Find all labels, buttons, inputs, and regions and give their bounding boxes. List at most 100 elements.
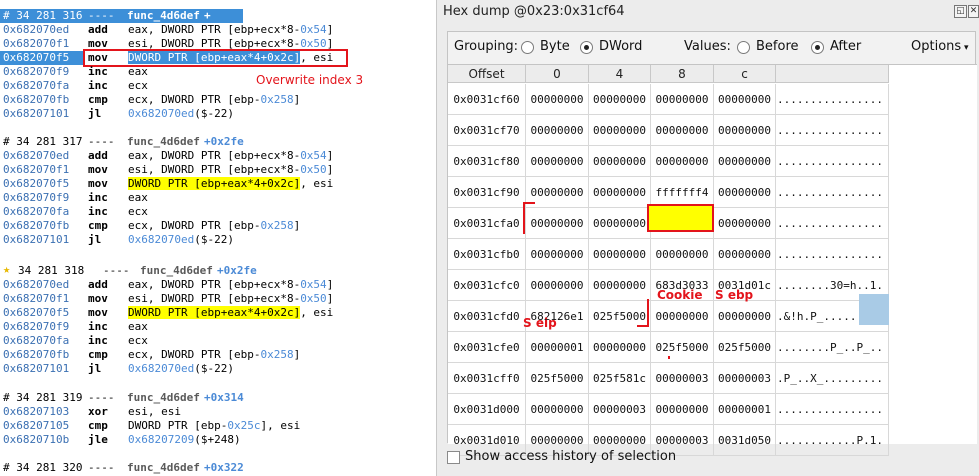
access-history-checkbox[interactable] bbox=[447, 451, 460, 464]
hex-row[interactable]: 0x0031cf60 00000000 00000000 00000000 000000… bbox=[448, 84, 889, 115]
dword-cell-4[interactable]: 00000000 bbox=[589, 208, 651, 239]
dword-cell-8[interactable]: 025f5000 bbox=[651, 332, 714, 363]
ascii-cell[interactable]: ................ bbox=[776, 177, 889, 208]
asm-line[interactable]: 0x682070fa inc ecx bbox=[0, 79, 436, 93]
asm-line[interactable]: 0x682070ed add eax, DWORD PTR [ebp+ecx*8… bbox=[0, 23, 436, 37]
address[interactable]: 0x682070ed bbox=[3, 149, 69, 163]
block-header[interactable]: # 34 281 320 ---- func_4d6def +0x322 bbox=[0, 461, 436, 475]
dword-cell-8[interactable]: 00000000 bbox=[651, 84, 714, 115]
dword-cell-4[interactable]: 00000000 bbox=[589, 115, 651, 146]
address[interactable]: 0x682070f1 bbox=[3, 163, 69, 177]
values-after-label[interactable]: After bbox=[830, 39, 861, 54]
asm-line[interactable]: 0x682070fa inc ecx bbox=[0, 205, 436, 219]
dword-cell-0[interactable]: 00000000 bbox=[526, 84, 589, 115]
address[interactable]: 0x6820710b bbox=[3, 433, 69, 447]
offset-cell[interactable]: 0x0031cff0 bbox=[448, 363, 526, 394]
column-header-8[interactable]: 8 bbox=[651, 65, 714, 83]
hex-row[interactable]: 0x0031d000 00000000 00000003 00000000 000000… bbox=[448, 394, 889, 425]
hex-row[interactable]: 0x0031cff0 025f5000 025f581c 00000003 000000… bbox=[448, 363, 889, 394]
address[interactable]: 0x682070fa bbox=[3, 205, 69, 219]
dword-cell-8[interactable]: 00000003 bbox=[651, 363, 714, 394]
grouping-dword-radio[interactable] bbox=[580, 41, 593, 54]
ascii-cell[interactable]: ................ bbox=[776, 394, 889, 425]
dword-cell-4[interactable]: 00000000 bbox=[589, 270, 651, 301]
offset-cell[interactable]: 0x0031cfa0 bbox=[448, 208, 526, 239]
offset-cell[interactable]: 0x0031cf60 bbox=[448, 84, 526, 115]
dword-cell-0[interactable]: 00000000 bbox=[526, 394, 589, 425]
address[interactable]: 0x682070f9 bbox=[3, 191, 69, 205]
access-history-label[interactable]: Show access history of selection bbox=[465, 449, 676, 464]
ascii-cell[interactable]: ................ bbox=[776, 146, 889, 177]
column-header-4[interactable]: 4 bbox=[589, 65, 651, 83]
address[interactable]: 0x68207101 bbox=[3, 362, 69, 376]
grouping-dword-label[interactable]: DWord bbox=[599, 39, 642, 54]
dword-cell-8[interactable]: 00000000 bbox=[651, 239, 714, 270]
column-header-c[interactable]: c bbox=[714, 65, 776, 83]
asm-line[interactable]: 0x682070f9 inc eax bbox=[0, 191, 436, 205]
dword-cell-4[interactable]: 00000000 bbox=[589, 84, 651, 115]
asm-line[interactable]: 0x68207105 cmp DWORD PTR [ebp-0x25c], es… bbox=[0, 419, 436, 433]
dword-cell-c[interactable]: 00000000 bbox=[714, 239, 776, 270]
dword-cell-4[interactable]: 00000000 bbox=[589, 177, 651, 208]
dword-cell-8[interactable]: 00000000 bbox=[651, 115, 714, 146]
ascii-cell[interactable]: ................ bbox=[776, 84, 889, 115]
address[interactable]: 0x68207105 bbox=[3, 419, 69, 433]
grouping-byte-radio[interactable] bbox=[521, 41, 534, 54]
address[interactable]: 0x682070f1 bbox=[3, 292, 69, 306]
values-before-label[interactable]: Before bbox=[756, 39, 799, 54]
dword-cell-8[interactable]: 00000000 bbox=[651, 394, 714, 425]
dword-cell-0[interactable]: 00000000 bbox=[526, 115, 589, 146]
block-header[interactable]: # 34 281 319 ---- func_4d6def +0x314 bbox=[0, 391, 436, 405]
asm-line[interactable]: 0x682070f9 inc eax bbox=[0, 320, 436, 334]
block-header[interactable]: 34 281 318 ---- func_4d6def +0x2fe bbox=[0, 264, 436, 278]
asm-line[interactable]: 0x68207103 xor esi, esi bbox=[0, 405, 436, 419]
grouping-byte-label[interactable]: Byte bbox=[540, 39, 570, 54]
address[interactable]: 0x682070ed bbox=[3, 23, 69, 37]
offset-cell[interactable]: 0x0031cf70 bbox=[448, 115, 526, 146]
dword-cell-0[interactable]: 00000000 bbox=[526, 270, 589, 301]
dword-cell-c[interactable]: 00000000 bbox=[714, 84, 776, 115]
offset-cell[interactable]: 0x0031d000 bbox=[448, 394, 526, 425]
ascii-cell[interactable]: .P_..X_......... bbox=[776, 363, 889, 394]
block-header[interactable]: # 34 281 317 ---- func_4d6def +0x2fe bbox=[0, 135, 436, 149]
address[interactable]: 0x682070fa bbox=[3, 79, 69, 93]
options-menu-button[interactable]: Options ▾ bbox=[911, 39, 969, 54]
dword-cell-c[interactable]: 025f5000 bbox=[714, 332, 776, 363]
offset-cell[interactable]: 0x0031cf90 bbox=[448, 177, 526, 208]
ascii-cell[interactable]: ............P.1. bbox=[776, 425, 889, 456]
ascii-cell[interactable]: ................ bbox=[776, 208, 889, 239]
address[interactable]: 0x68207101 bbox=[3, 107, 69, 121]
block-header[interactable]: # 34 281 316 ---- func_4d6def + bbox=[0, 9, 436, 23]
restore-icon[interactable]: ◱ bbox=[954, 5, 967, 18]
dword-cell-0[interactable]: 00000000 bbox=[526, 177, 589, 208]
dword-cell-c[interactable]: 00000003 bbox=[714, 363, 776, 394]
address[interactable]: 0x682070f9 bbox=[3, 65, 69, 79]
asm-line[interactable]: 0x682070ed add eax, DWORD PTR [ebp+ecx*8… bbox=[0, 149, 436, 163]
dword-cell-c[interactable]: 00000001 bbox=[714, 394, 776, 425]
address[interactable]: 0x682070fb bbox=[3, 348, 69, 362]
asm-line[interactable]: 0x68207101 jl 0x682070ed($-22) bbox=[0, 107, 436, 121]
dword-cell-8[interactable]: 00000000 bbox=[651, 146, 714, 177]
asm-line[interactable]: 0x682070f5 mov DWORD PTR [ebp+eax*4+0x2c… bbox=[0, 306, 436, 320]
dword-cell-c[interactable]: 00000000 bbox=[714, 301, 776, 332]
dword-cell-0[interactable]: 00000000 bbox=[526, 146, 589, 177]
offset-cell[interactable]: 0x0031cfe0 bbox=[448, 332, 526, 363]
column-header-offset[interactable]: Offset bbox=[448, 65, 526, 83]
address[interactable]: 0x682070fb bbox=[3, 219, 69, 233]
hex-row[interactable]: 0x0031cfb0 00000000 00000000 00000000 000000… bbox=[448, 239, 889, 270]
dword-cell-4[interactable]: 025f5000 bbox=[589, 301, 651, 332]
asm-line[interactable]: 0x68207101 jl 0x682070ed($-22) bbox=[0, 362, 436, 376]
values-after-radio[interactable] bbox=[811, 41, 824, 54]
dword-cell-4[interactable]: 00000000 bbox=[589, 239, 651, 270]
offset-cell[interactable]: 0x0031cf80 bbox=[448, 146, 526, 177]
address[interactable]: 0x682070ed bbox=[3, 278, 69, 292]
offset-cell[interactable]: 0x0031cfc0 bbox=[448, 270, 526, 301]
asm-line[interactable]: 0x682070fa inc ecx bbox=[0, 334, 436, 348]
column-header-0[interactable]: 0 bbox=[526, 65, 589, 83]
asm-line[interactable]: 0x682070f1 mov esi, DWORD PTR [ebp+ecx*8… bbox=[0, 292, 436, 306]
address[interactable]: 0x682070f9 bbox=[3, 320, 69, 334]
asm-line[interactable]: 0x682070f1 mov esi, DWORD PTR [ebp+ecx*8… bbox=[0, 163, 436, 177]
values-before-radio[interactable] bbox=[737, 41, 750, 54]
asm-line[interactable]: 0x68207101 jl 0x682070ed($-22) bbox=[0, 233, 436, 247]
asm-line[interactable]: 0x6820710b jle 0x68207209($+248) bbox=[0, 433, 436, 447]
